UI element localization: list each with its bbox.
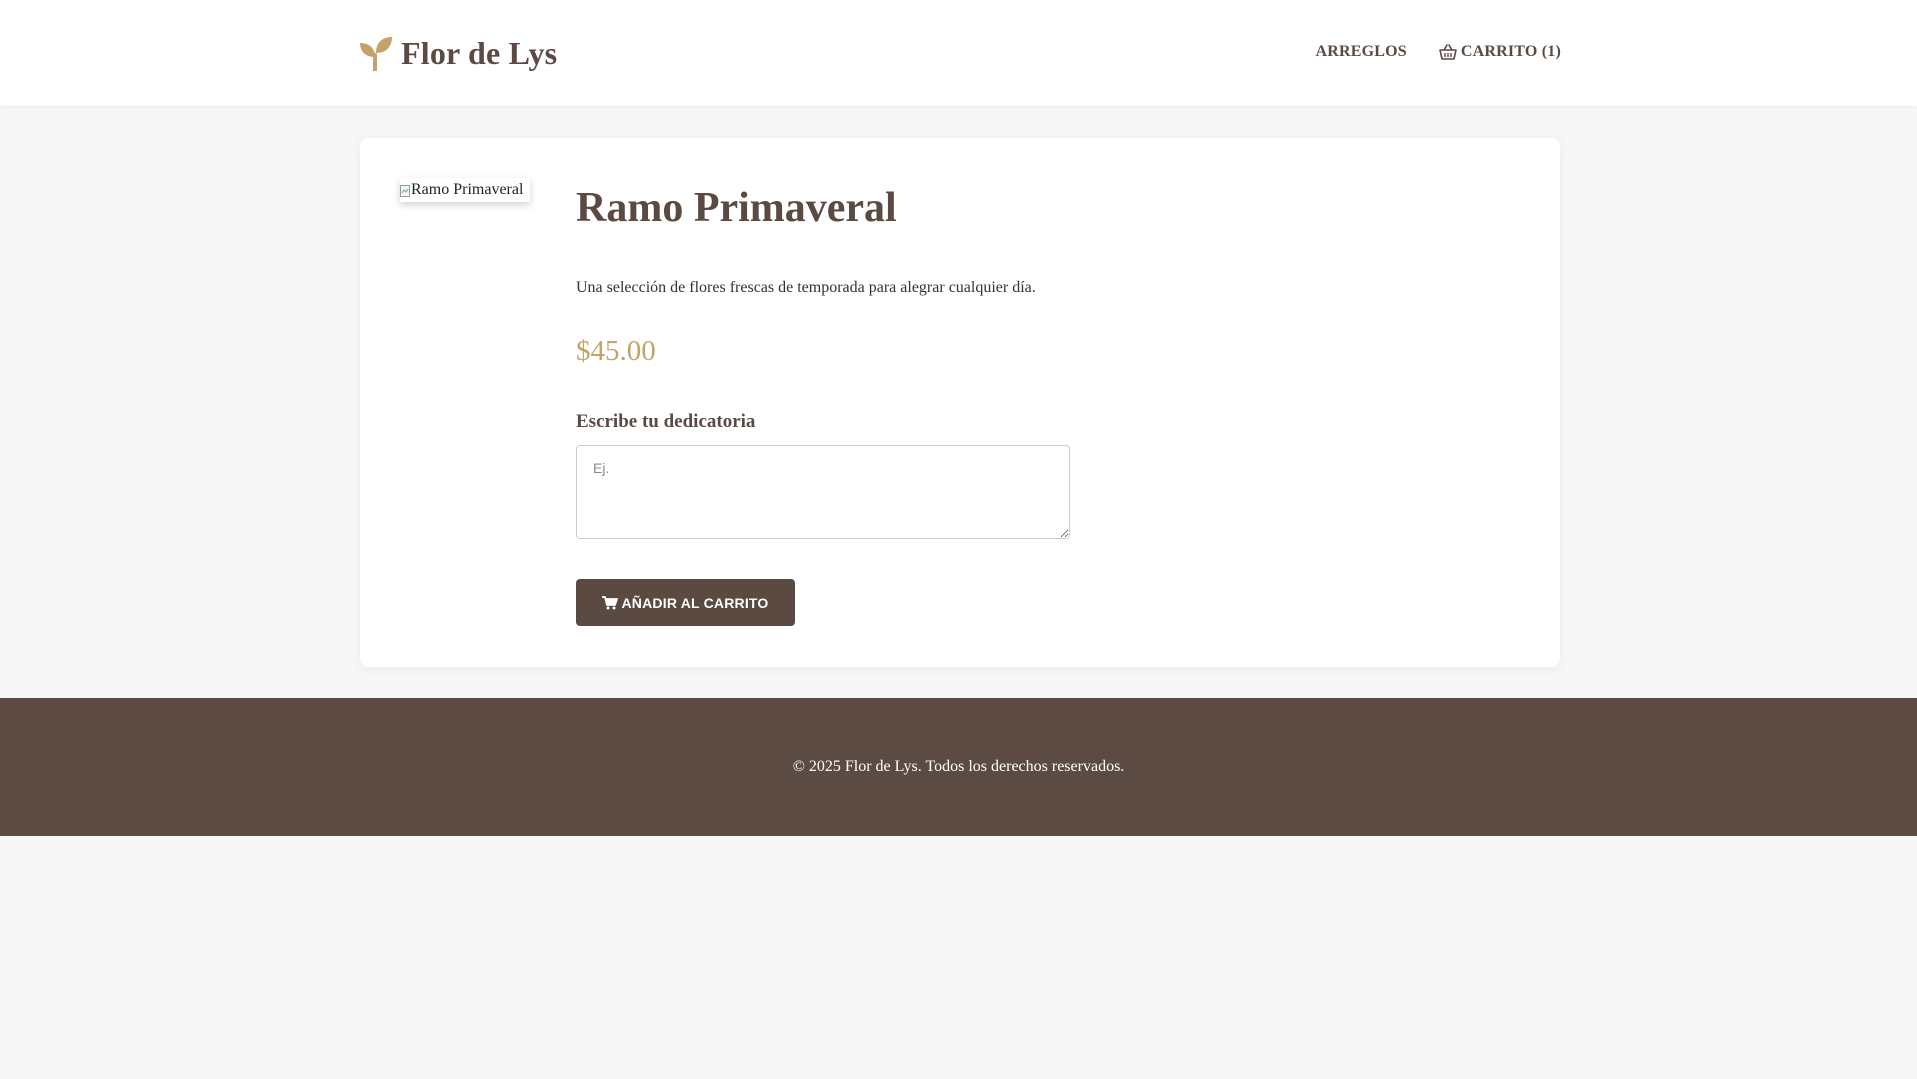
nav-link-carrito-label: CARRITO (1) bbox=[1460, 43, 1561, 60]
main-nav: ARREGLOS CARRITO (1) bbox=[1315, 40, 1561, 64]
broken-image-icon bbox=[400, 184, 410, 197]
nav-link-arreglos[interactable]: ARREGLOS bbox=[1315, 43, 1406, 61]
nav-link-carrito[interactable]: CARRITO (1) bbox=[1439, 43, 1561, 61]
add-to-cart-button[interactable]: AÑADIR AL CARRITO bbox=[576, 579, 795, 626]
brand-name: Flor de Lys bbox=[401, 34, 558, 71]
product-title: Ramo Primaveral bbox=[576, 185, 897, 231]
add-to-cart-label: AÑADIR AL CARRITO bbox=[621, 594, 769, 611]
product-card: Ramo Primaveral Ramo Primaveral Una sele… bbox=[360, 138, 1560, 667]
product-image: Ramo Primaveral bbox=[400, 178, 530, 202]
dedication-label: Escribe tu dedicatoria bbox=[576, 411, 756, 432]
shopping-cart-icon bbox=[602, 595, 619, 610]
seedling-icon bbox=[359, 35, 393, 73]
site-header: Flor de Lys ARREGLOS CARRITO (1) bbox=[0, 0, 1917, 106]
site-footer: © 2025 Flor de Lys. Todos los derechos r… bbox=[0, 698, 1917, 836]
product-price: $45.00 bbox=[576, 335, 656, 367]
shopping-basket-icon bbox=[1439, 44, 1457, 60]
product-image-alt-text: Ramo Primaveral bbox=[411, 181, 524, 198]
product-description: Una selección de flores frescas de tempo… bbox=[576, 279, 1036, 296]
brand-logo-link[interactable]: Flor de Lys bbox=[359, 34, 558, 73]
footer-copyright: © 2025 Flor de Lys. Todos los derechos r… bbox=[792, 758, 1125, 775]
dedication-textarea[interactable] bbox=[576, 445, 1070, 539]
